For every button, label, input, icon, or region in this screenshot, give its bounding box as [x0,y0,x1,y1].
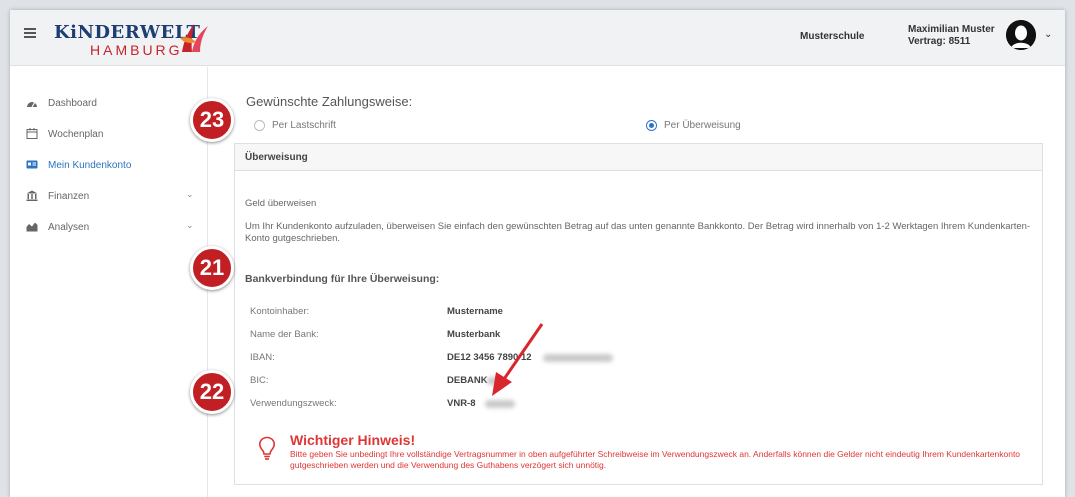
school-name[interactable]: Musterschule [800,31,864,42]
callout-badge-21: 21 [190,246,234,290]
row-label-iban: IBAN: [250,352,275,363]
app-window: KiNDERWELT HAMBURG Musterschule Maximili… [10,10,1065,497]
bank-icon [26,190,38,201]
logo-city: HAMBURG [90,42,183,58]
annotation-arrow-icon [492,323,544,396]
chevron-down-icon[interactable]: ⌄ [186,220,194,231]
menu-icon[interactable] [24,28,36,38]
id-card-icon [26,160,38,169]
avatar[interactable] [1006,20,1036,50]
chevron-down-icon[interactable]: ⌄ [186,189,194,200]
card-subtitle: Geld überweisen [245,198,317,209]
sidebar-item-label: Dashboard [48,98,97,109]
top-bar: KiNDERWELT HAMBURG Musterschule Maximili… [10,10,1065,66]
radio-label: Per Lastschrift [272,120,336,131]
sidebar-item-wochenplan[interactable]: Wochenplan [10,122,208,146]
redaction-blur [485,400,515,408]
logo-mark-icon [180,24,208,52]
sidebar-item-dashboard[interactable]: Dashboard [10,91,208,115]
bank-details-title: Bankverbindung für Ihre Überweisung: [245,273,440,285]
row-value-verwendungszweck: VNR-8 [447,398,476,409]
card-header: Überweisung [235,144,1042,171]
logo[interactable]: KiNDERWELT HAMBURG [54,18,214,62]
radio-label: Per Überweisung [664,120,741,131]
lightbulb-icon [258,436,276,460]
calendar-icon [26,128,38,139]
payment-method-title: Gewünschte Zahlungsweise: [246,94,413,109]
sidebar-item-label: Mein Kundenkonto [48,160,132,171]
sidebar-item-analysen[interactable]: Analysen ⌄ [10,215,208,239]
sidebar-item-label: Finanzen [48,191,90,202]
row-value-kontoinhaber: Mustername [447,306,503,317]
sidebar-item-label: Analysen [48,222,90,233]
row-label-kontoinhaber: Kontoinhaber: [250,306,310,317]
card-title: Überweisung [245,152,308,163]
row-label-verwendungszweck: Verwendungszweck: [250,398,337,409]
row-label-bic: BIC: [250,375,269,386]
user-info[interactable]: Maximilian Muster Vertrag: 8511 [908,24,995,48]
callout-badge-22: 22 [190,370,234,414]
user-name: Maximilian Muster [908,24,995,35]
callout-badge-23: 23 [190,98,234,142]
radio-button[interactable] [254,120,265,131]
redaction-blur [543,354,613,362]
radio-button-checked[interactable] [646,120,657,131]
card-intro-text: Um Ihr Kundenkonto aufzuladen, überweise… [245,221,1031,244]
row-label-bankname: Name der Bank: [250,329,319,340]
sidebar-item-kundenkonto[interactable]: Mein Kundenkonto [10,153,208,177]
transfer-card: Überweisung Geld überweisen Um Ihr Kunde… [234,143,1043,485]
chevron-down-icon[interactable]: ⌄ [1044,29,1052,40]
dashboard-icon [27,101,37,108]
notice-title: Wichtiger Hinweis! [290,432,416,448]
sidebar-item-label: Wochenplan [48,129,104,140]
chart-icon [26,222,38,232]
sidebar-item-finanzen[interactable]: Finanzen ⌄ [10,184,208,208]
notice-text: Bitte geben Sie unbedingt Ihre vollständ… [290,449,1021,470]
sidebar: Dashboard Wochenplan Mein Kundenkonto Fi… [10,67,208,497]
user-avatar-icon [1006,20,1036,50]
contract-number: Vertrag: 8511 [908,36,971,47]
